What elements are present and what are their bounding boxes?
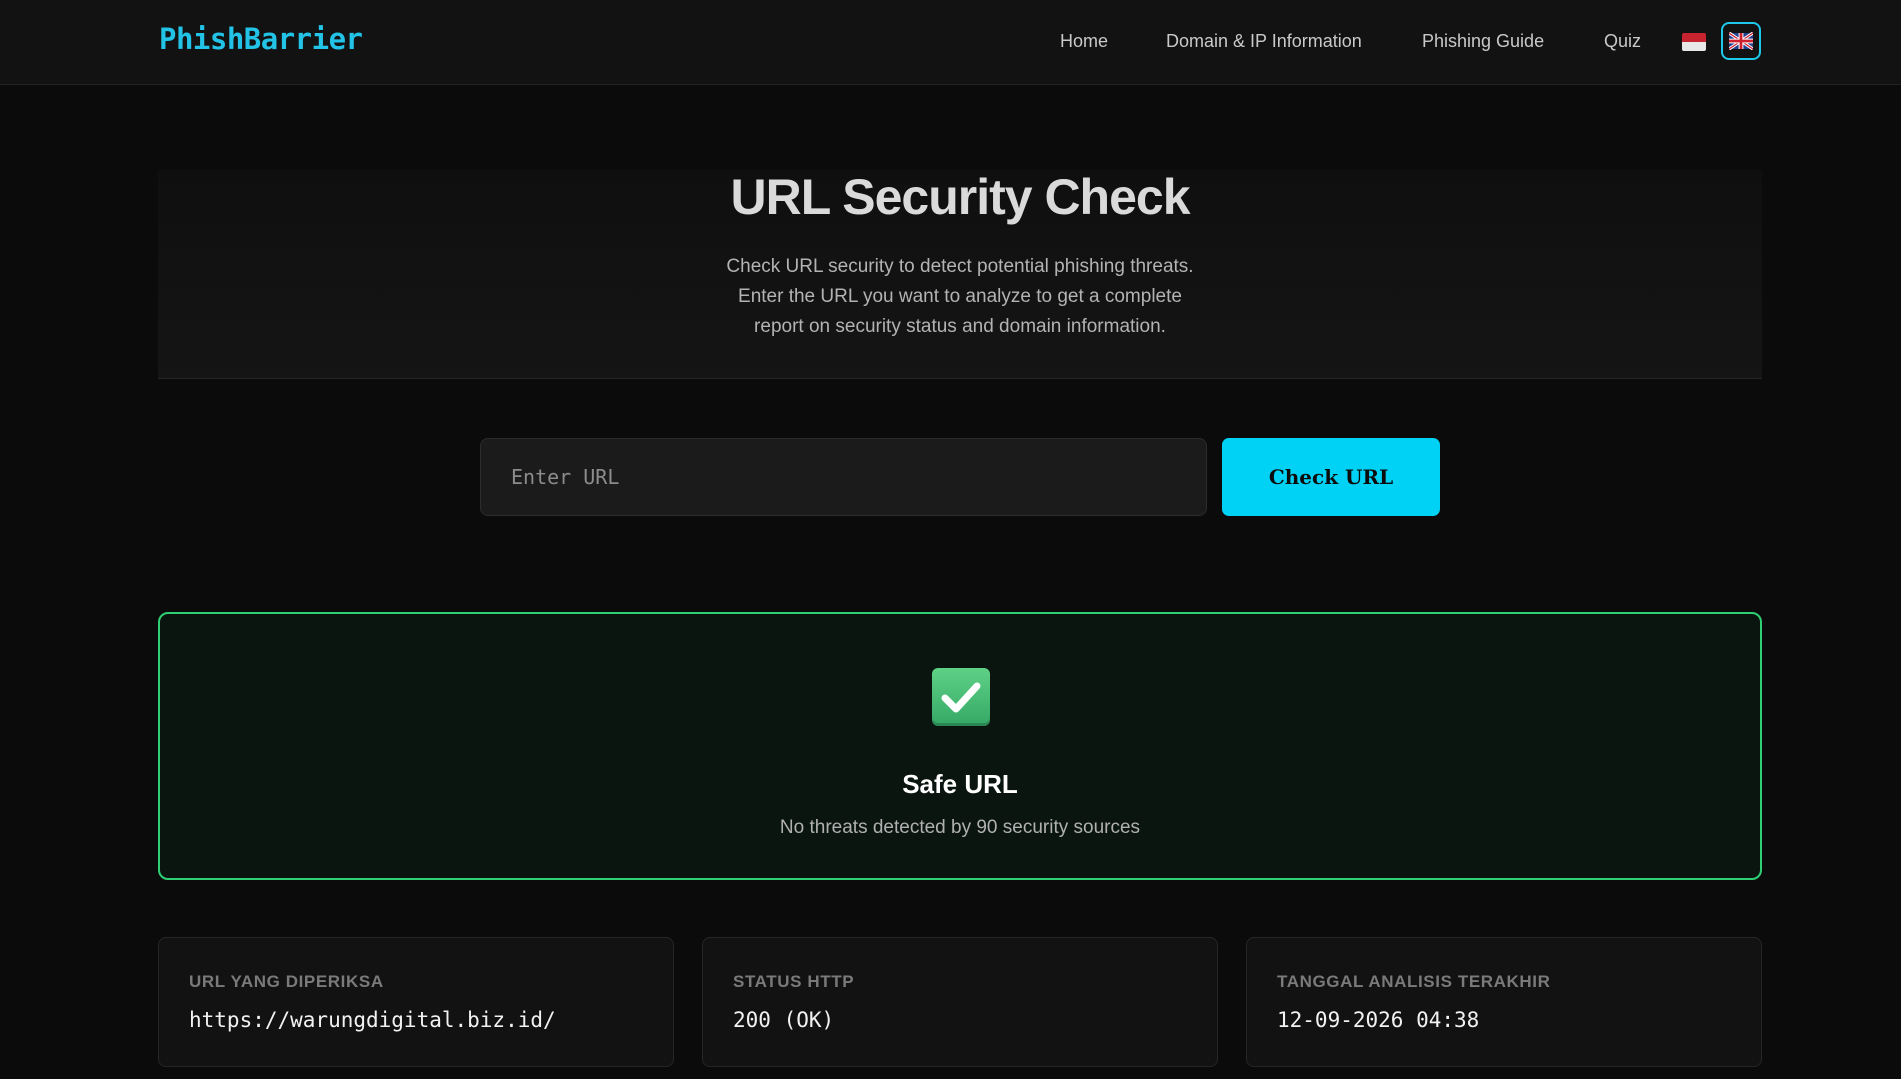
check-mark-icon xyxy=(932,668,990,726)
check-url-button[interactable]: Check URL xyxy=(1222,438,1440,516)
page-subtitle: Check URL security to detect potential p… xyxy=(726,256,1194,337)
nav-domain-ip-information[interactable]: Domain & IP Information xyxy=(1166,31,1362,52)
result-card: Safe URL No threats detected by 90 secur… xyxy=(158,612,1762,880)
result-title: Safe URL xyxy=(902,769,1018,799)
uk-flag-icon xyxy=(1729,32,1753,50)
hero-section: URL Security Check Check URL security to… xyxy=(158,169,1762,379)
indonesia-flag-icon[interactable] xyxy=(1682,33,1706,51)
card-label: URL YANG DIPERIKSA xyxy=(189,972,384,991)
top-navbar: PhishBarrier Home Domain & IP Informatio… xyxy=(0,0,1901,85)
nav-phishing-guide[interactable]: Phishing Guide xyxy=(1422,31,1544,52)
info-card-last-analysis-date: TANGGAL ANALISIS TERAKHIR 12-09-2026 04:… xyxy=(1246,937,1762,1067)
url-input[interactable] xyxy=(480,438,1207,516)
nav-quiz[interactable]: Quiz xyxy=(1604,31,1641,52)
page-title: URL Security Check xyxy=(730,169,1190,225)
nav-home[interactable]: Home xyxy=(1060,31,1108,52)
card-value: https://warungdigital.biz.id/ xyxy=(189,1008,556,1032)
language-en-button[interactable] xyxy=(1721,22,1761,60)
info-card-http-status: STATUS HTTP 200 (OK) xyxy=(702,937,1218,1067)
nav-links: Home Domain & IP Information Phishing Gu… xyxy=(0,31,1901,55)
card-label: TANGGAL ANALISIS TERAKHIR xyxy=(1277,972,1551,991)
card-label: STATUS HTTP xyxy=(733,972,855,991)
card-value: 200 (OK) xyxy=(733,1008,835,1032)
info-card-checked-url: URL YANG DIPERIKSA https://warungdigital… xyxy=(158,937,674,1067)
result-description: No threats detected by 90 security sourc… xyxy=(779,817,1141,838)
card-value: 12-09-2026 04:38 xyxy=(1277,1008,1480,1032)
